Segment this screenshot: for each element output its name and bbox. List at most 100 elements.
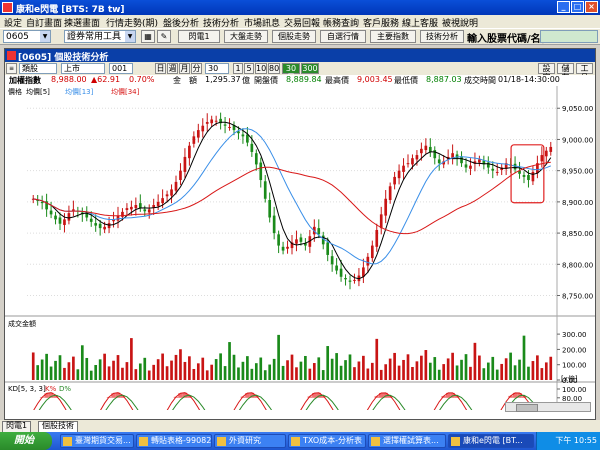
chart-area[interactable]: 價格 均價[5] 均價[13] 均價[34] 8,750.00 8,800.00 8,850…	[5, 86, 595, 410]
task-table[interactable]: 轉貼表格-990822	[136, 434, 212, 448]
period-minute-button[interactable]: 分	[191, 63, 202, 74]
volume-bar	[469, 366, 472, 380]
span-button[interactable]: 30日	[282, 63, 300, 82]
market-combo[interactable]: 上市	[61, 63, 105, 74]
volume-bar	[428, 362, 432, 380]
flash1-button[interactable]: 閃電1	[178, 30, 220, 43]
candle-body	[424, 145, 428, 151]
folder-icon	[217, 437, 226, 446]
volume-bar	[116, 355, 120, 380]
task-foreign-research[interactable]: 外資研究	[214, 434, 286, 448]
volume-bar	[509, 352, 512, 380]
tool-icon-a[interactable]: ▦	[141, 30, 155, 43]
kd-d-legend: D%	[59, 385, 71, 393]
volume-unit: [x億]	[561, 374, 578, 383]
start-button[interactable]: 開始	[0, 432, 52, 450]
inner-window-title-bar[interactable]: [0605] 個股技術分析	[5, 49, 595, 63]
chevron-down-icon[interactable]: ▼	[125, 31, 135, 42]
volume-bar	[54, 360, 57, 380]
volume-bar	[308, 368, 312, 380]
price-tick-label: 8,850.00	[562, 230, 593, 238]
candle-body	[214, 120, 218, 122]
watchlist-button[interactable]: 自選行情	[320, 30, 366, 43]
volume-bar	[188, 356, 191, 380]
volume-bar	[130, 338, 133, 380]
minimize-button[interactable]: _	[557, 1, 570, 13]
candle-body	[179, 170, 182, 181]
open-value: 8,889.84	[286, 75, 322, 84]
save-button[interactable]: 儲存	[557, 63, 574, 82]
minute-combo[interactable]: 30	[205, 63, 229, 74]
volume-bar	[522, 335, 526, 380]
period-day-button[interactable]: 日	[155, 63, 166, 74]
close-button[interactable]: ×	[585, 1, 598, 13]
volume-bar	[348, 354, 352, 380]
volume-bar	[549, 356, 553, 380]
scrollbar-thumb[interactable]	[516, 404, 538, 412]
stock-trend-button[interactable]: 個股走勢	[272, 30, 316, 43]
volume-panel: 成交金額0.00100.00200.00300.00[x億]	[5, 319, 595, 385]
span-value[interactable]: 300	[301, 63, 319, 74]
range-5-button[interactable]: 5	[244, 63, 254, 74]
volume-bar	[495, 369, 499, 380]
candle-body	[402, 165, 405, 172]
maximize-button[interactable]: □	[571, 1, 584, 13]
volume-bar	[179, 349, 182, 380]
candle-body	[420, 148, 423, 154]
candle-body	[183, 156, 187, 172]
candle-body	[98, 223, 102, 229]
task-options[interactable]: 選擇權試算表...	[368, 434, 446, 448]
toolset-value: 證券常用工具	[67, 32, 122, 42]
candle-body	[540, 155, 544, 162]
task-futures[interactable]: 臺灣期貨交易...	[60, 434, 134, 448]
range-1-button[interactable]: 1	[233, 63, 243, 74]
volume-bar	[134, 369, 138, 380]
task-txo[interactable]: TXO成本-分析表	[288, 434, 366, 448]
volume-bar	[40, 359, 44, 380]
tools-button[interactable]: 工具	[576, 63, 593, 82]
toolset-combo[interactable]: 證券常用工具 ▼	[64, 30, 136, 43]
candle-body	[544, 150, 548, 157]
app-icon	[451, 437, 460, 446]
quote-row: 加權指數 8,988.00 ▲62.91 0.70% 金 額 1,295.37 …	[5, 75, 595, 86]
stock-code-input[interactable]	[540, 30, 598, 43]
volume-bar	[299, 361, 303, 380]
candle-body	[326, 242, 330, 255]
chart-controls-row: ≡ 類股 上市 001 日 週 月 分 30 1 5 10 80 30日 300…	[5, 62, 595, 82]
bottom-tabs: 閃電1 個股技術	[0, 420, 600, 433]
candle-body	[40, 201, 44, 204]
volume-bar	[446, 358, 450, 380]
group-code-combo[interactable]: 001	[109, 63, 133, 74]
volume-bar	[277, 334, 280, 380]
settings-button[interactable]: 設定	[538, 63, 555, 82]
period-month-button[interactable]: 月	[179, 63, 190, 74]
volume-bar	[228, 342, 231, 380]
screen-code-combo[interactable]: 0605 ▼	[3, 30, 51, 43]
candle-body	[549, 146, 553, 152]
volume-bar	[370, 362, 374, 380]
candle-body	[478, 159, 481, 163]
candle-body	[455, 154, 459, 159]
k-line	[33, 392, 534, 410]
tech-analysis-button[interactable]: 技術分析	[420, 30, 464, 43]
price-panel-bg	[5, 86, 595, 316]
chart-scrollbar[interactable]	[505, 402, 591, 412]
window-title-bar[interactable]: 康和e閃電 [BTS: 7B tw] _ □ ×	[0, 0, 600, 15]
volume-bar	[147, 370, 151, 380]
range-10-button[interactable]: 10	[255, 63, 267, 74]
menu-icon[interactable]: ≡	[6, 63, 17, 74]
chevron-down-icon[interactable]: ▼	[40, 31, 50, 42]
period-week-button[interactable]: 週	[167, 63, 178, 74]
volume-bar	[473, 342, 477, 380]
volume-bar	[388, 358, 392, 380]
candle-body	[344, 278, 347, 280]
volume-bar	[219, 353, 222, 380]
market-trend-button[interactable]: 大盤走勢	[224, 30, 268, 43]
category-combo[interactable]: 類股	[19, 63, 57, 74]
main-index-button[interactable]: 主要指數	[370, 30, 416, 43]
volume-bar	[214, 359, 218, 380]
candle-body	[433, 150, 437, 159]
tool-icon-b[interactable]: ✎	[157, 30, 171, 43]
range-80-button[interactable]: 80	[268, 63, 280, 74]
task-kanghe[interactable]: 康和e閃電 [BT...	[448, 434, 534, 448]
